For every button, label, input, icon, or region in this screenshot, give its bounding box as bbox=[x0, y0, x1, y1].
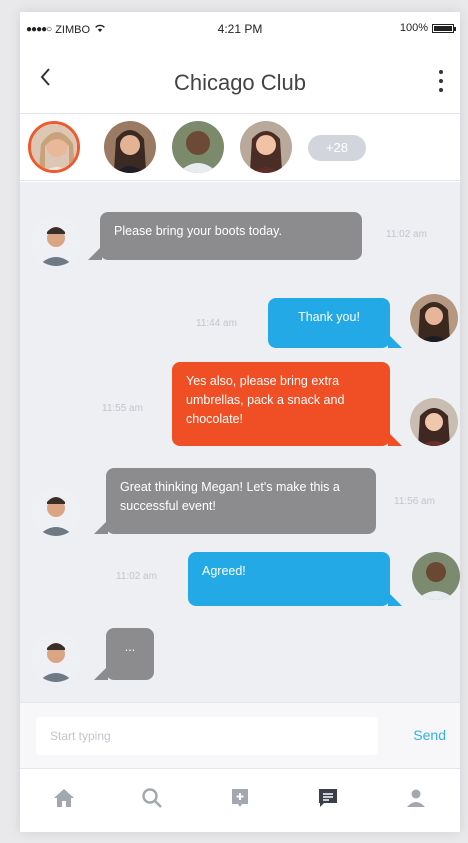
avatar[interactable] bbox=[410, 398, 458, 446]
phone-screen: ●●●●○ ZIMBO 4:21 PM 100% Chicago Club +2… bbox=[20, 12, 460, 832]
chat-thread: Please bring your boots today. 11:02 am … bbox=[20, 182, 460, 702]
battery-icon bbox=[432, 23, 456, 33]
avatar[interactable] bbox=[32, 488, 80, 536]
member-avatar[interactable] bbox=[28, 121, 80, 173]
more-vertical-icon[interactable] bbox=[438, 70, 444, 92]
avatar[interactable] bbox=[412, 552, 460, 600]
home-icon bbox=[52, 787, 76, 814]
tab-bar bbox=[20, 768, 460, 832]
message-text: Please bring your boots today. bbox=[114, 224, 282, 238]
composer: Send bbox=[20, 702, 460, 768]
typing-text: ... bbox=[124, 640, 136, 654]
message-time: 11:55 am bbox=[102, 403, 143, 414]
search-icon bbox=[141, 787, 163, 814]
message-time: 11:02 am bbox=[386, 229, 427, 240]
message-time: 11:44 am bbox=[196, 318, 237, 329]
tab-chat[interactable] bbox=[284, 769, 372, 832]
send-button[interactable]: Send bbox=[413, 727, 446, 743]
message-bubble[interactable]: Please bring your boots today. bbox=[88, 212, 362, 260]
avatar[interactable] bbox=[32, 218, 80, 266]
status-bar: ●●●●○ ZIMBO 4:21 PM 100% bbox=[20, 12, 460, 48]
tab-add-post[interactable] bbox=[196, 769, 284, 832]
member-avatar[interactable] bbox=[104, 121, 156, 173]
battery-percent: 100% bbox=[399, 22, 428, 34]
more-members-badge[interactable]: +28 bbox=[308, 135, 366, 161]
chat-header: Chicago Club bbox=[20, 48, 460, 114]
message-time: 11:02 am bbox=[116, 571, 157, 582]
avatar[interactable] bbox=[32, 634, 80, 682]
profile-icon bbox=[405, 787, 427, 814]
status-time: 4:21 PM bbox=[217, 22, 263, 36]
tab-home[interactable] bbox=[20, 769, 108, 832]
typing-indicator: ... bbox=[94, 628, 154, 680]
message-time: 11:56 am bbox=[394, 496, 435, 507]
page-title: Chicago Club bbox=[173, 70, 307, 95]
member-avatar[interactable] bbox=[172, 121, 224, 173]
message-text: Great thinking Megan! Let's make this a … bbox=[120, 480, 340, 513]
message-bubble[interactable]: Yes also, please bring extra umbrellas, … bbox=[172, 362, 402, 446]
battery-status: 100% bbox=[399, 22, 456, 34]
message-bubble[interactable]: Great thinking Megan! Let's make this a … bbox=[94, 468, 376, 534]
member-avatar[interactable] bbox=[240, 121, 292, 173]
message-text: Agreed! bbox=[202, 564, 246, 578]
message-bubble[interactable]: Agreed! bbox=[188, 552, 402, 606]
tab-profile[interactable] bbox=[372, 769, 460, 832]
message-bubble[interactable]: Thank you! bbox=[268, 298, 402, 348]
chat-icon bbox=[317, 787, 339, 814]
message-text: Yes also, please bring extra umbrellas, … bbox=[186, 374, 345, 426]
message-text: Thank you! bbox=[298, 310, 360, 324]
message-input[interactable] bbox=[36, 717, 378, 755]
avatar[interactable] bbox=[410, 294, 458, 342]
members-strip: +28 bbox=[20, 115, 460, 181]
add-post-icon bbox=[229, 787, 251, 814]
tab-search[interactable] bbox=[108, 769, 196, 832]
